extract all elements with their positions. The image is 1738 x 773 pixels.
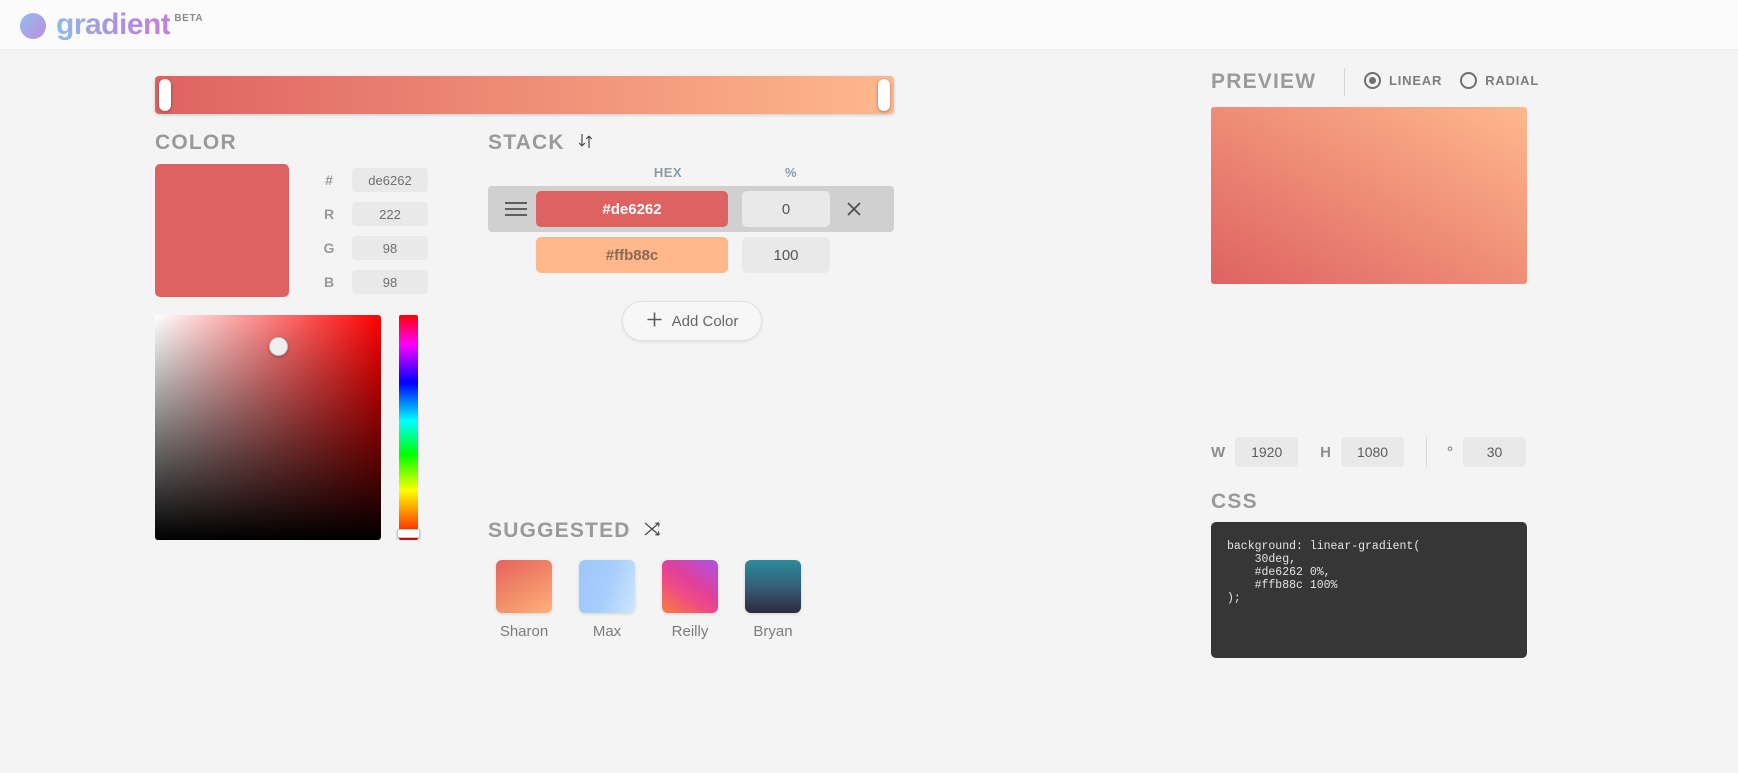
stack-row[interactable] (488, 232, 894, 278)
gradient-stop-handle-start[interactable] (159, 79, 171, 111)
hex-input[interactable] (352, 168, 428, 192)
green-input[interactable] (352, 236, 428, 260)
radio-radial-label: RADIAL (1485, 73, 1540, 88)
logo-wordmark: gradient (56, 7, 171, 41)
suggested-thumb[interactable] (496, 560, 552, 613)
red-input[interactable] (352, 202, 428, 226)
suggested-thumb[interactable] (579, 560, 635, 613)
stack-column-hex-label: HEX (653, 165, 683, 180)
green-field-label: G (323, 240, 335, 256)
stack-row[interactable] (488, 186, 894, 232)
height-input[interactable] (1341, 437, 1405, 467)
suggested-name: Bryan (753, 623, 793, 640)
sort-updown-icon[interactable] (577, 132, 595, 155)
dimension-divider (1426, 437, 1428, 467)
angle-input[interactable] (1463, 437, 1527, 467)
css-section-title: CSS (1211, 490, 1258, 513)
hex-field-label: # (325, 172, 333, 188)
preview-divider (1344, 68, 1345, 96)
preview-section-title: PREVIEW (1211, 70, 1317, 93)
stack-percent-input[interactable] (742, 191, 830, 227)
red-field-label: R (323, 206, 335, 222)
blue-field-row: B (318, 270, 428, 294)
beta-badge: BETA (174, 12, 204, 24)
suggested-name: Sharon (499, 623, 549, 640)
suggested-thumb[interactable] (745, 560, 801, 613)
stack-column-headers: HEX % (488, 165, 894, 183)
suggested-section-title: SUGGESTED (488, 519, 631, 542)
suggested-item-max[interactable]: Max (579, 560, 635, 640)
suggested-thumb[interactable] (662, 560, 718, 613)
plus-icon (646, 311, 663, 332)
gradient-preview-canvas (1211, 107, 1527, 284)
suggested-item-sharon[interactable]: Sharon (496, 560, 552, 640)
saturation-value-picker[interactable] (155, 315, 381, 540)
suggested-name: Max (592, 623, 622, 640)
radio-linear-label: LINEAR (1389, 73, 1443, 88)
saturation-picker-knob[interactable] (269, 337, 288, 356)
red-field-row: R (318, 202, 428, 226)
hue-slider-knob[interactable] (397, 529, 420, 538)
blue-field-label: B (323, 274, 335, 290)
delete-placeholder (830, 232, 878, 278)
drag-handle-icon[interactable] (496, 186, 536, 232)
suggested-section-header: SUGGESTED (488, 519, 661, 543)
suggested-item-bryan[interactable]: Bryan (745, 560, 801, 640)
close-icon[interactable] (830, 186, 878, 232)
hex-field-row: # (318, 168, 428, 192)
color-value-fields: # R G B (318, 168, 428, 304)
add-color-button[interactable]: Add Color (622, 301, 762, 341)
suggested-item-reilly[interactable]: Reilly (662, 560, 718, 640)
radio-radial-icon[interactable] (1460, 72, 1478, 89)
suggested-gradients: Sharon Max Reilly Bryan (496, 560, 801, 640)
logo-circle-icon (20, 12, 46, 39)
color-section-title: COLOR (155, 131, 237, 154)
stack-percent-input[interactable] (742, 237, 830, 273)
gradient-stop-handle-end[interactable] (878, 79, 890, 111)
gradient-type-radio-group: LINEAR RADIAL (1364, 72, 1539, 89)
hue-slider[interactable] (397, 315, 420, 540)
current-color-swatch[interactable] (155, 164, 289, 297)
height-label: H (1320, 443, 1332, 461)
stack-section-header: STACK (488, 131, 595, 155)
width-input[interactable] (1235, 437, 1299, 467)
dimension-controls: W H ° (1211, 437, 1527, 467)
angle-label: ° (1447, 443, 1454, 461)
width-label: W (1211, 443, 1226, 461)
suggested-name: Reilly (671, 623, 709, 640)
add-color-label: Add Color (671, 312, 739, 330)
shuffle-icon[interactable] (643, 520, 661, 543)
stack-rows (488, 186, 894, 278)
app-header: gradient BETA (0, 0, 1738, 50)
radio-linear-icon[interactable] (1364, 72, 1381, 89)
stack-section-title: STACK (488, 131, 565, 154)
stack-column-percent-label: % (784, 165, 798, 180)
app-logo[interactable]: gradient BETA (20, 8, 203, 42)
blue-input[interactable] (352, 270, 428, 294)
css-output-code[interactable]: background: linear-gradient( 30deg, #de6… (1211, 522, 1527, 658)
gradient-preview-bar[interactable] (155, 76, 894, 114)
radio-option-radial[interactable]: RADIAL (1460, 72, 1539, 89)
stack-hex-input[interactable] (536, 191, 728, 227)
radio-option-linear[interactable]: LINEAR (1364, 72, 1442, 89)
green-field-row: G (318, 236, 428, 260)
stack-hex-input[interactable] (536, 237, 728, 273)
